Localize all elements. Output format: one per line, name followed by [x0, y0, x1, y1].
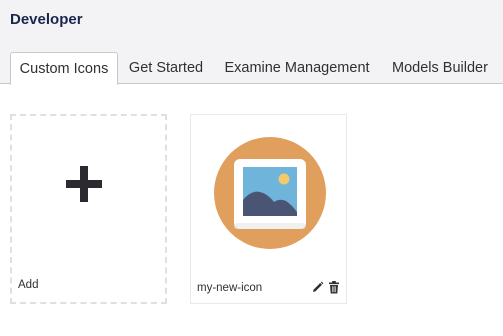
- tab-label: Examine Management: [224, 60, 370, 76]
- add-icon-card[interactable]: Add: [10, 114, 167, 304]
- tab-label: Models Builder: [392, 60, 488, 76]
- tab-models-builder[interactable]: Models Builder: [384, 52, 496, 84]
- tab-bar: Custom Icons Get Started Examine Managem…: [0, 0, 503, 85]
- plus-icon: [66, 166, 102, 202]
- card-actions: [312, 281, 342, 295]
- tab-get-started[interactable]: Get Started: [120, 52, 212, 84]
- icon-name-label: my-new-icon: [197, 282, 263, 294]
- trash-icon[interactable]: [328, 281, 340, 294]
- tab-custom-icons[interactable]: Custom Icons: [10, 52, 118, 85]
- tab-label: Get Started: [128, 60, 204, 76]
- tab-examine-management[interactable]: Examine Management: [216, 52, 378, 84]
- pencil-icon[interactable]: [312, 281, 324, 294]
- image-icon: [214, 137, 326, 249]
- custom-icon-card[interactable]: my-new-icon: [190, 114, 347, 304]
- tab-label: Custom Icons: [19, 60, 109, 77]
- add-card-label: Add: [18, 279, 39, 291]
